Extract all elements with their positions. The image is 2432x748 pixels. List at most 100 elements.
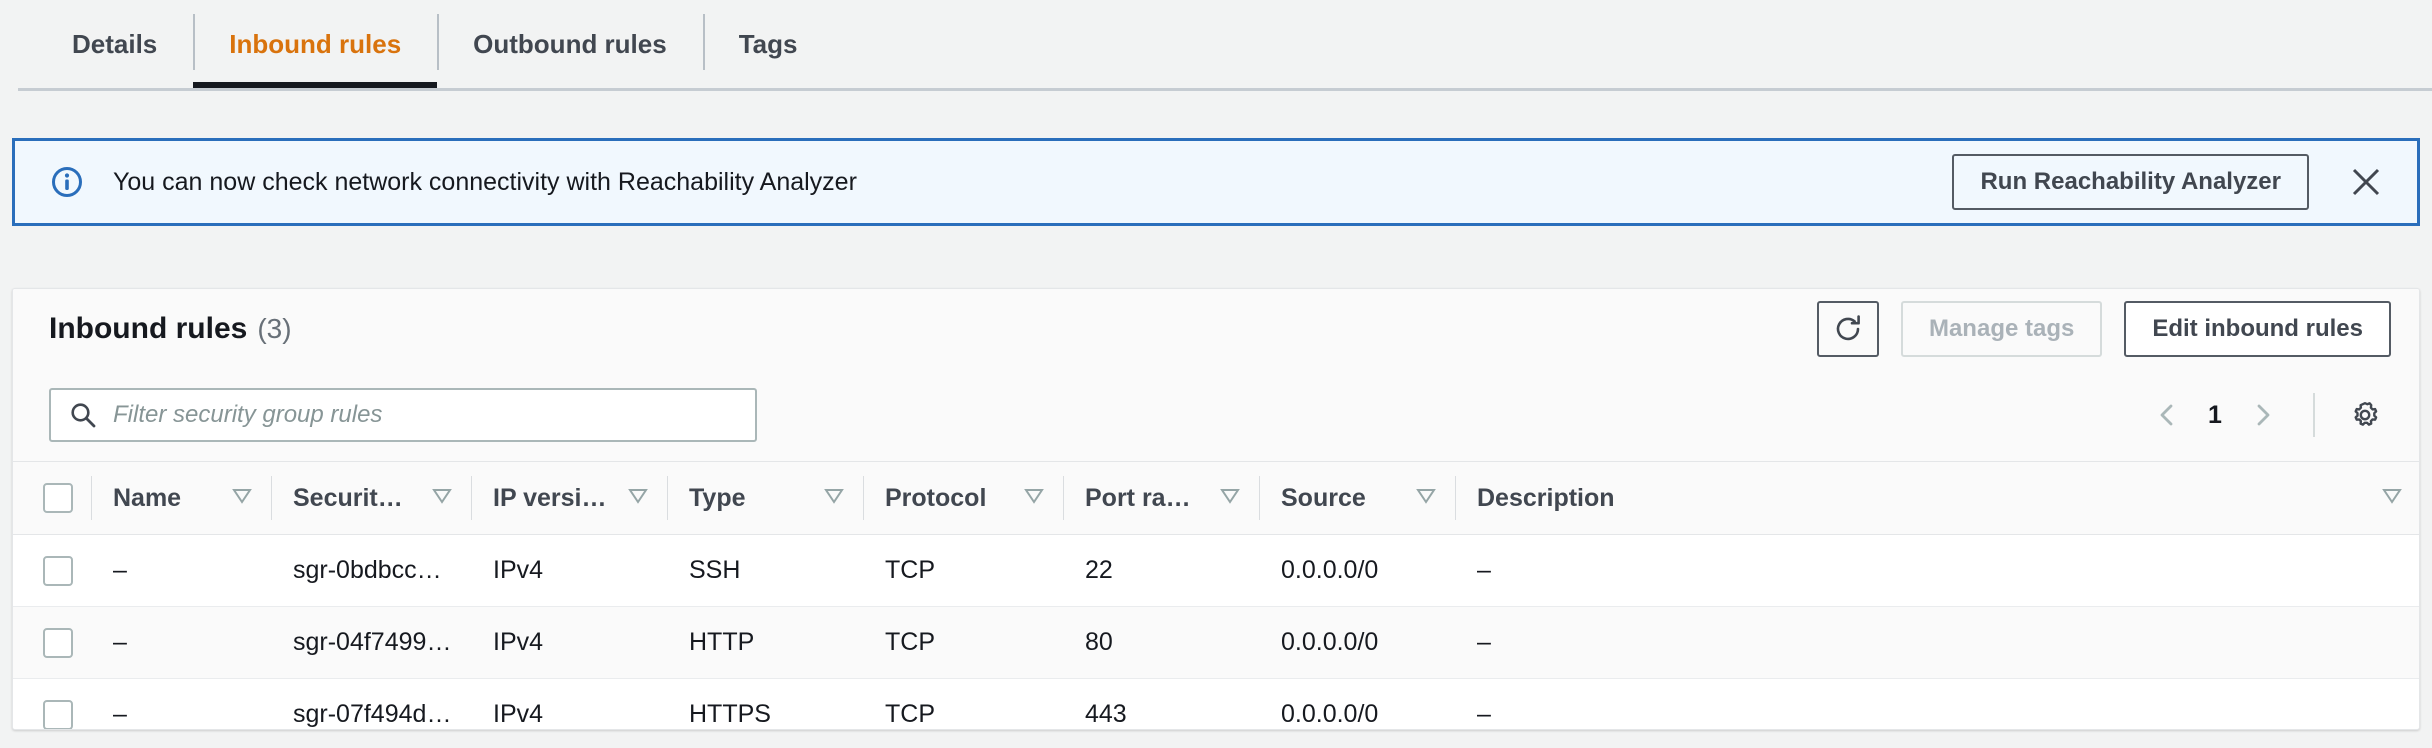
cell-name: – xyxy=(91,606,271,679)
cell-protocol: TCP xyxy=(863,534,1063,607)
row-checkbox[interactable] xyxy=(43,699,73,729)
cell-port-range: 80 xyxy=(1063,606,1259,679)
card-header: Inbound rules (3) Manage tags Edit inbou… xyxy=(13,289,2419,369)
sort-icon[interactable] xyxy=(807,484,845,513)
column-header-source[interactable]: Source xyxy=(1259,461,1455,535)
pagination-page-1[interactable]: 1 xyxy=(2193,401,2237,430)
banner-message: You can now check network connectivity w… xyxy=(113,167,857,196)
column-label: IP version xyxy=(493,483,611,512)
rules-count: (3) xyxy=(257,313,292,344)
tab-label: Tags xyxy=(738,28,798,59)
tab-outbound-rules[interactable]: Outbound rules xyxy=(437,0,703,88)
cell-port-range: 443 xyxy=(1085,700,1127,729)
chevron-left-icon xyxy=(2160,404,2173,426)
table-row[interactable]: – sgr-04f74994fa... IPv4 HTTP TCP 80 0.0… xyxy=(13,606,2419,679)
column-label: Description xyxy=(1477,483,1615,512)
row-select-cell xyxy=(13,606,91,679)
sort-icon[interactable] xyxy=(1007,484,1045,513)
cell-ip-version: IPv4 xyxy=(493,700,544,729)
cell-protocol: TCP xyxy=(863,606,1063,679)
search-icon xyxy=(71,403,96,428)
row-select-cell xyxy=(13,679,91,729)
cell-security-group-rule-id: sgr-0bdbcc8f75... xyxy=(271,534,471,607)
row-checkbox[interactable] xyxy=(43,627,73,658)
pagination-next-button[interactable] xyxy=(2237,389,2289,441)
refresh-button[interactable] xyxy=(1816,301,1879,357)
run-reachability-analyzer-button[interactable]: Run Reachability Analyzer xyxy=(1952,154,2309,210)
cell-security-group-rule-id: sgr-07f494d639... xyxy=(293,700,471,729)
tab-inbound-rules[interactable]: Inbound rules xyxy=(193,0,438,88)
cell-ip-version: IPv4 xyxy=(471,606,667,679)
tab-bar-divider xyxy=(18,88,2432,91)
column-header-name[interactable]: Name xyxy=(91,461,271,535)
reachability-analyzer-banner: You can now check network connectivity w… xyxy=(12,138,2420,226)
table-header-row: Name Security grou... xyxy=(13,461,2419,535)
search-input[interactable] xyxy=(113,401,733,429)
sort-icon[interactable] xyxy=(1203,484,1241,513)
column-label: Type xyxy=(689,483,746,512)
banner-dismiss-button[interactable] xyxy=(2343,159,2389,205)
chevron-right-icon xyxy=(2257,404,2270,426)
cell-type: HTTPS xyxy=(689,700,771,729)
select-all-header xyxy=(13,461,91,535)
column-label: Security grou... xyxy=(293,483,415,512)
tab-label: Outbound rules xyxy=(473,28,667,59)
sort-icon[interactable] xyxy=(611,484,649,513)
tab-tags[interactable]: Tags xyxy=(702,0,834,88)
column-header-ip-version[interactable]: IP version xyxy=(471,461,667,535)
inbound-rules-card: Inbound rules (3) Manage tags Edit inbou… xyxy=(12,288,2420,730)
cell-type: HTTP xyxy=(667,606,863,679)
tab-details[interactable]: Details xyxy=(36,0,193,88)
manage-tags-button[interactable]: Manage tags xyxy=(1900,301,2103,357)
column-label: Name xyxy=(113,483,182,512)
column-label: Port range xyxy=(1085,483,1203,512)
sort-icon[interactable] xyxy=(415,484,453,513)
column-label: Protocol xyxy=(885,483,987,512)
sort-icon[interactable] xyxy=(215,484,253,513)
select-all-checkbox[interactable] xyxy=(43,483,73,513)
cell-type: SSH xyxy=(667,534,863,607)
pagination-divider xyxy=(2313,393,2315,437)
cell-protocol: TCP xyxy=(885,700,935,729)
info-circle-icon xyxy=(52,167,82,197)
column-label: Source xyxy=(1281,483,1366,512)
table-row[interactable]: – sgr-0bdbcc8f75... IPv4 SSH TCP 22 0.0.… xyxy=(13,534,2419,607)
column-header-type[interactable]: Type xyxy=(667,461,863,535)
column-header-protocol[interactable]: Protocol xyxy=(863,461,1063,535)
table-preferences-button[interactable] xyxy=(2339,389,2391,441)
pagination-prev-button[interactable] xyxy=(2141,389,2193,441)
page-title: Inbound rules xyxy=(49,312,248,345)
pagination: 1 xyxy=(2141,389,2391,441)
edit-inbound-rules-button[interactable]: Edit inbound rules xyxy=(2124,301,2391,357)
table-row[interactable]: – sgr-07f494d639... IPv4 HTTPS TCP 443 0… xyxy=(13,679,2419,729)
filter-search-box[interactable] xyxy=(49,388,757,442)
cell-name: – xyxy=(91,534,271,607)
sort-icon[interactable] xyxy=(2365,484,2403,513)
column-header-port-range[interactable]: Port range xyxy=(1063,461,1259,535)
row-checkbox[interactable] xyxy=(43,555,73,586)
cell-ip-version: IPv4 xyxy=(471,534,667,607)
cell-source: 0.0.0.0/0 xyxy=(1259,534,1455,607)
table-body: – sgr-0bdbcc8f75... IPv4 SSH TCP 22 0.0.… xyxy=(13,534,2419,729)
gear-icon xyxy=(2354,402,2378,426)
cell-port-range: 22 xyxy=(1063,534,1259,607)
tab-label: Details xyxy=(72,28,158,59)
row-select-cell xyxy=(13,534,91,607)
cell-source: 0.0.0.0/0 xyxy=(1259,606,1455,679)
inbound-rules-table: Name Security grou... xyxy=(13,461,2419,729)
cell-source: 0.0.0.0/0 xyxy=(1281,700,1379,729)
column-header-description[interactable]: Description xyxy=(1455,461,2419,535)
cell-security-group-rule-id: sgr-04f74994fa... xyxy=(271,606,471,679)
filter-row: 1 xyxy=(13,369,2419,461)
tab-bar: Details Inbound rules Outbound rules Tag… xyxy=(0,0,2432,90)
refresh-icon xyxy=(1836,315,1860,341)
cell-name: – xyxy=(113,700,127,729)
cell-description: – xyxy=(1477,700,1491,729)
tab-label: Inbound rules xyxy=(229,28,402,59)
cell-description: – xyxy=(1455,606,2419,679)
close-icon xyxy=(2352,168,2380,196)
cell-description: – xyxy=(1455,534,2419,607)
column-header-security-group-rule-id[interactable]: Security grou... xyxy=(271,461,471,535)
card-header-actions: Manage tags Edit inbound rules xyxy=(1816,301,2391,357)
sort-icon[interactable] xyxy=(1399,484,1437,513)
